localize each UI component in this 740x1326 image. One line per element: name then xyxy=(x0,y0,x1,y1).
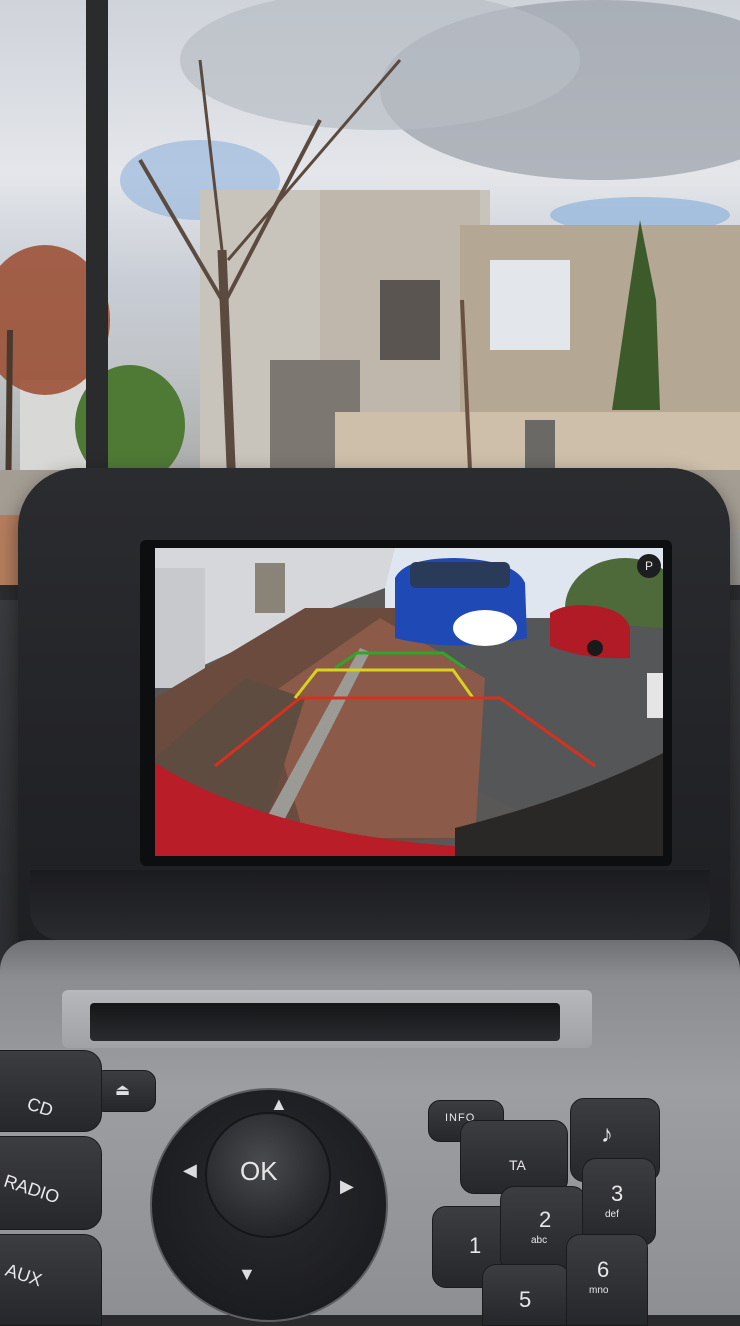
key-3[interactable]: 3 def xyxy=(582,1158,656,1246)
reverse-camera-display: P xyxy=(155,548,663,856)
left-arrow-icon[interactable]: ◀ xyxy=(183,1160,197,1181)
cd-button[interactable]: CD xyxy=(0,1050,102,1132)
ta-button[interactable]: TA xyxy=(460,1120,568,1194)
cd-label: CD xyxy=(24,1093,56,1121)
key-2-sub: abc xyxy=(531,1235,548,1246)
reverse-camera-feed xyxy=(155,548,663,856)
eject-icon: ⏏ xyxy=(115,1082,131,1099)
key-5-digit: 5 xyxy=(519,1287,532,1312)
key-1-digit: 1 xyxy=(469,1233,482,1258)
corner-badge-label: P xyxy=(644,559,653,573)
corner-badge: P xyxy=(637,554,661,578)
right-arrow-icon[interactable]: ▶ xyxy=(340,1176,354,1197)
key-2-digit: 2 xyxy=(539,1207,552,1232)
ok-button[interactable]: OK xyxy=(205,1112,331,1238)
aux-label: AUX xyxy=(2,1259,45,1291)
key-6-digit: 6 xyxy=(597,1257,610,1282)
key-6-sub: mno xyxy=(589,1285,609,1296)
key-6[interactable]: 6 mno xyxy=(566,1234,648,1326)
aux-button[interactable]: AUX xyxy=(0,1234,102,1326)
ta-label: TA xyxy=(509,1157,526,1173)
radio-button[interactable]: RADIO xyxy=(0,1136,102,1230)
ok-label: OK xyxy=(240,1156,278,1186)
cd-slot[interactable] xyxy=(90,1003,560,1041)
key-3-sub: def xyxy=(605,1209,619,1220)
key-5[interactable]: 5 xyxy=(482,1264,570,1326)
key-3-digit: 3 xyxy=(611,1181,624,1206)
hood-lip xyxy=(30,870,710,940)
music-note-icon: ♪ xyxy=(601,1121,613,1148)
down-arrow-icon[interactable]: ▼ xyxy=(238,1264,256,1285)
radio-label: RADIO xyxy=(1,1170,62,1208)
